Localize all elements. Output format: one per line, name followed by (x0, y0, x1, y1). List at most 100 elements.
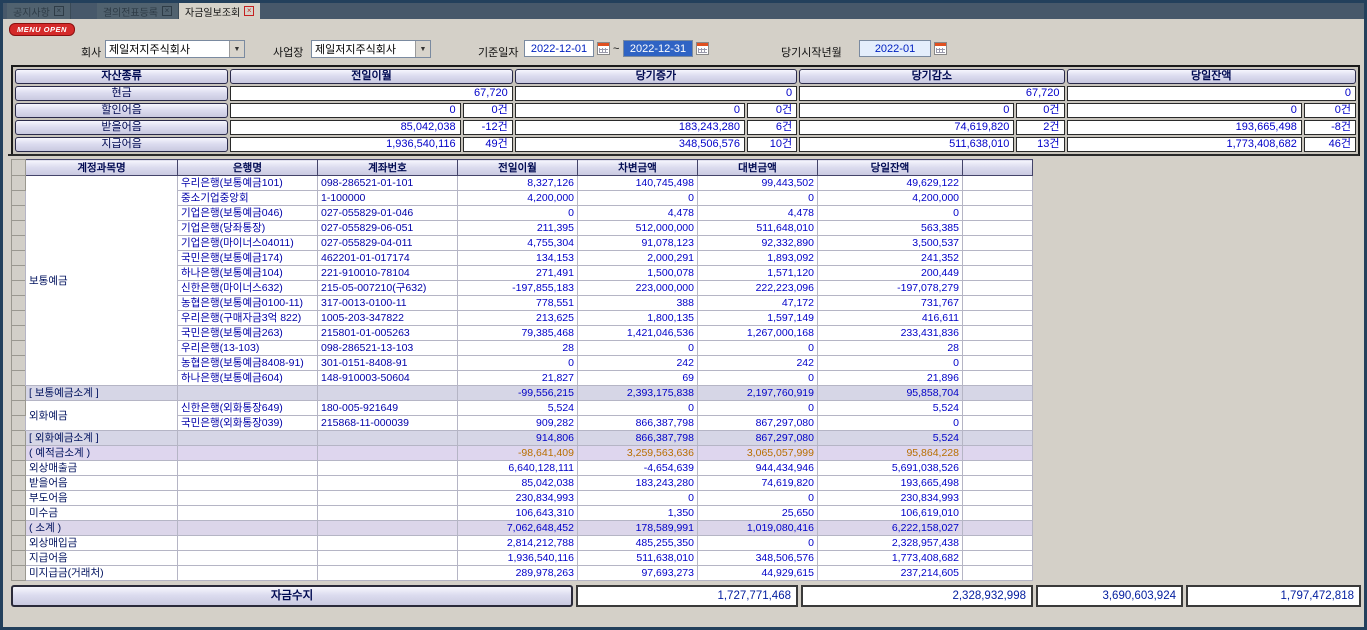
amount-cell[interactable]: 5,691,038,526 (818, 461, 963, 476)
bank-cell[interactable]: 국민은행(보통예금263) (178, 326, 318, 341)
row-selector[interactable] (12, 431, 26, 446)
close-icon[interactable]: × (244, 6, 254, 16)
close-icon[interactable]: × (162, 6, 172, 16)
site-select[interactable]: 제일저지주식회사 ▼ (311, 40, 431, 58)
amount-cell[interactable]: 2,000,291 (578, 251, 698, 266)
detail-row[interactable]: 받을어음85,042,038183,243,28074,619,820193,6… (12, 476, 1033, 491)
bank-cell[interactable]: 우리은행(13-103) (178, 341, 318, 356)
amount-cell[interactable]: 242 (578, 356, 698, 371)
amount-cell[interactable]: -197,078,279 (818, 281, 963, 296)
amount-cell[interactable]: 134,153 (458, 251, 578, 266)
account-label-cell[interactable]: [ 외화예금소계 ] (26, 431, 178, 446)
row-selector[interactable] (12, 296, 26, 311)
amount-cell[interactable]: 69 (578, 371, 698, 386)
account-no-cell[interactable]: 462201-01-017174 (318, 251, 458, 266)
amount-cell[interactable]: 0 (698, 341, 818, 356)
amount-cell[interactable]: 866,387,798 (578, 416, 698, 431)
row-selector[interactable] (12, 341, 26, 356)
account-group-cell[interactable]: 보통예금 (26, 176, 178, 386)
account-no-cell[interactable] (318, 506, 458, 521)
amount-cell[interactable]: 178,589,991 (578, 521, 698, 536)
amount-cell[interactable]: 74,619,820 (698, 476, 818, 491)
row-selector[interactable] (12, 311, 26, 326)
company-select[interactable]: 제일저지주식회사 ▼ (105, 40, 245, 58)
amount-cell[interactable]: 416,611 (818, 311, 963, 326)
account-no-cell[interactable]: 180-005-921649 (318, 401, 458, 416)
account-no-cell[interactable] (318, 446, 458, 461)
amount-cell[interactable]: 7,062,648,452 (458, 521, 578, 536)
amount-cell[interactable]: 21,827 (458, 371, 578, 386)
account-label-cell[interactable]: 부도어음 (26, 491, 178, 506)
bank-cell[interactable]: 하나은행(보통예금104) (178, 266, 318, 281)
row-selector[interactable] (12, 236, 26, 251)
amount-cell[interactable]: 213,625 (458, 311, 578, 326)
amount-cell[interactable]: 106,643,310 (458, 506, 578, 521)
amount-cell[interactable]: 99,443,502 (698, 176, 818, 191)
bank-cell[interactable]: 신한은행(마이너스632) (178, 281, 318, 296)
amount-cell[interactable]: 2,814,212,788 (458, 536, 578, 551)
detail-row[interactable]: 부도어음230,834,99300230,834,993 (12, 491, 1033, 506)
amount-cell[interactable]: 1,421,046,536 (578, 326, 698, 341)
tab-notice[interactable]: 공지사항 × (7, 3, 71, 19)
account-label-cell[interactable]: ( 소계 ) (26, 521, 178, 536)
account-label-cell[interactable]: [ 보통예금소계 ] (26, 386, 178, 401)
amount-cell[interactable]: -99,556,215 (458, 386, 578, 401)
amount-cell[interactable]: 1,800,135 (578, 311, 698, 326)
account-label-cell[interactable]: 지급어음 (26, 551, 178, 566)
row-selector[interactable] (12, 506, 26, 521)
amount-cell[interactable]: 0 (698, 371, 818, 386)
amount-cell[interactable]: 511,638,010 (578, 551, 698, 566)
row-selector[interactable] (12, 416, 26, 431)
account-no-cell[interactable] (318, 491, 458, 506)
amount-cell[interactable]: 79,385,468 (458, 326, 578, 341)
account-no-cell[interactable]: 317-0013-0100-11 (318, 296, 458, 311)
amount-cell[interactable]: 1,500,078 (578, 266, 698, 281)
bank-cell[interactable] (178, 446, 318, 461)
bank-cell[interactable]: 기업은행(마이너스04011) (178, 236, 318, 251)
row-selector[interactable] (12, 221, 26, 236)
amount-cell[interactable]: 388 (578, 296, 698, 311)
amount-cell[interactable]: 25,650 (698, 506, 818, 521)
bank-cell[interactable]: 농협은행(보통예금0100-11) (178, 296, 318, 311)
amount-cell[interactable]: 91,078,123 (578, 236, 698, 251)
detail-row[interactable]: 외상매출금6,640,128,111-4,654,639944,434,9465… (12, 461, 1033, 476)
bank-cell[interactable] (178, 536, 318, 551)
amount-cell[interactable]: 2,328,957,438 (818, 536, 963, 551)
bank-cell[interactable]: 하나은행(보통예금604) (178, 371, 318, 386)
account-no-cell[interactable]: 148-910003-50604 (318, 371, 458, 386)
amount-cell[interactable]: 237,214,605 (818, 566, 963, 581)
amount-cell[interactable]: 5,524 (818, 431, 963, 446)
amount-cell[interactable]: 0 (458, 356, 578, 371)
amount-cell[interactable]: 348,506,576 (698, 551, 818, 566)
tab-voucher-entry[interactable]: 결의전표등록 × (97, 3, 179, 19)
detail-row[interactable]: 미지급금(거래처)289,978,26397,693,27344,929,615… (12, 566, 1033, 581)
chevron-down-icon[interactable]: ▼ (415, 41, 430, 57)
row-selector[interactable] (12, 191, 26, 206)
amount-cell[interactable]: 5,524 (818, 401, 963, 416)
amount-cell[interactable]: 95,864,228 (818, 446, 963, 461)
amount-cell[interactable]: -98,641,409 (458, 446, 578, 461)
bank-cell[interactable]: 국민은행(외화통장039) (178, 416, 318, 431)
amount-cell[interactable]: 95,858,704 (818, 386, 963, 401)
amount-cell[interactable]: 4,200,000 (458, 191, 578, 206)
amount-cell[interactable]: 0 (818, 356, 963, 371)
bank-cell[interactable]: 우리은행(구매자금3억 822) (178, 311, 318, 326)
bank-cell[interactable] (178, 491, 318, 506)
account-no-cell[interactable]: 027-055829-06-051 (318, 221, 458, 236)
amount-cell[interactable]: 512,000,000 (578, 221, 698, 236)
amount-cell[interactable]: 4,478 (698, 206, 818, 221)
amount-cell[interactable]: 1,936,540,116 (458, 551, 578, 566)
account-label-cell[interactable]: ( 예적금소계 ) (26, 446, 178, 461)
account-no-cell[interactable] (318, 431, 458, 446)
amount-cell[interactable]: 271,491 (458, 266, 578, 281)
amount-cell[interactable]: 0 (578, 491, 698, 506)
row-selector[interactable] (12, 206, 26, 221)
account-label-cell[interactable]: 미수금 (26, 506, 178, 521)
account-no-cell[interactable]: 027-055829-04-011 (318, 236, 458, 251)
detail-row[interactable]: 외화예금신한은행(외화통장649)180-005-9216495,524005,… (12, 401, 1033, 416)
amount-cell[interactable]: 5,524 (458, 401, 578, 416)
account-no-cell[interactable]: 215-05-007210(구632) (318, 281, 458, 296)
amount-cell[interactable]: 140,745,498 (578, 176, 698, 191)
account-no-cell[interactable] (318, 386, 458, 401)
amount-cell[interactable]: 230,834,993 (458, 491, 578, 506)
